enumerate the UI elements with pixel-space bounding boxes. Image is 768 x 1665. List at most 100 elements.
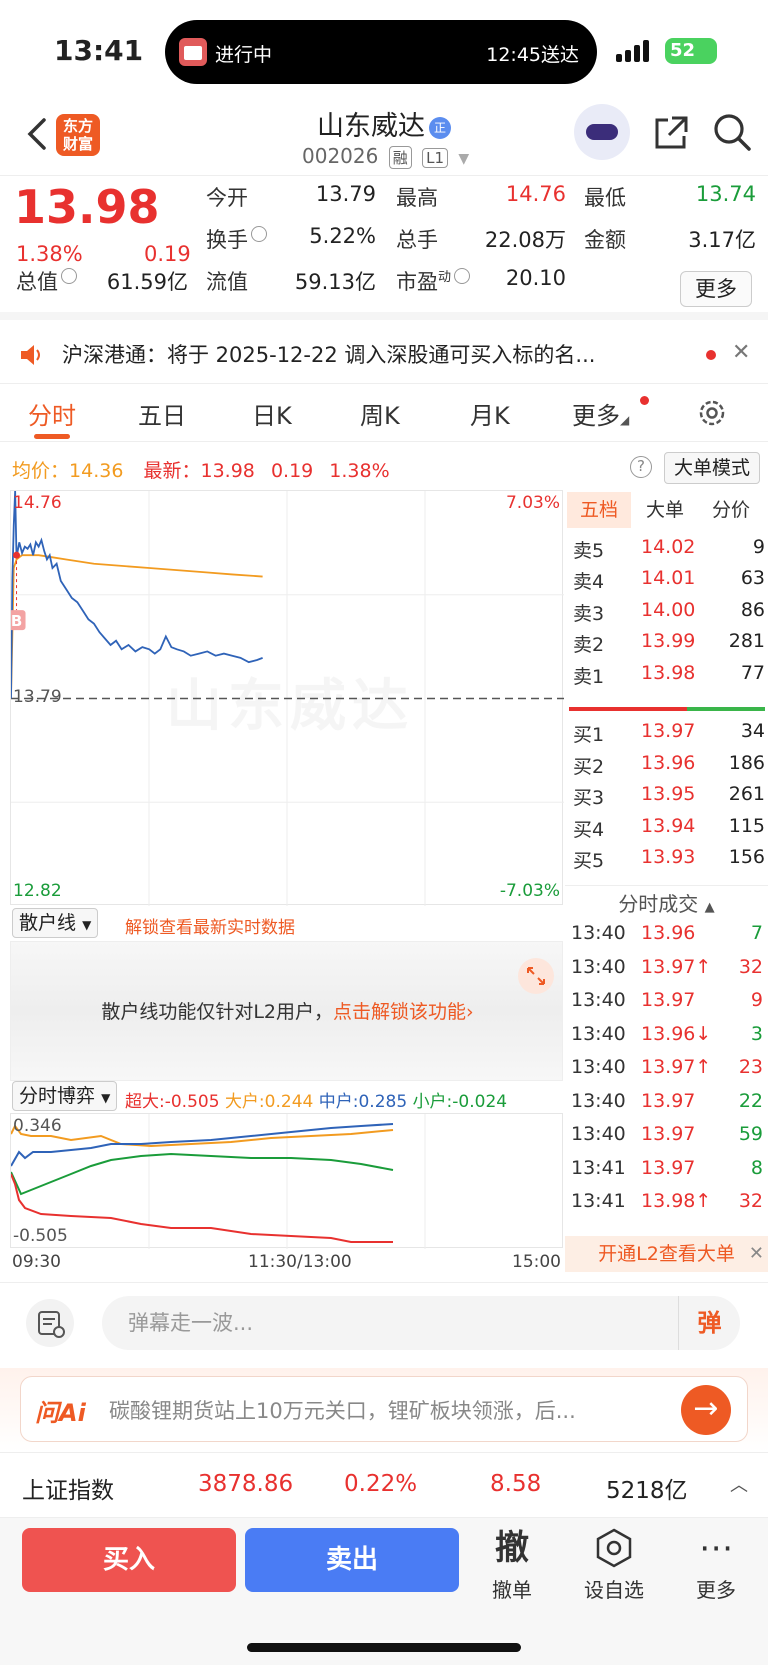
more-quote-button[interactable]: 更多	[680, 271, 752, 307]
speaker-icon	[21, 345, 40, 365]
dynamic-island[interactable]: 进行中 12:45送达	[165, 20, 597, 84]
market-cap-label[interactable]: 总值	[16, 266, 77, 296]
fund-flow-chart[interactable]: 0.346 -0.505	[10, 1113, 563, 1249]
close-icon[interactable]: ✕	[732, 340, 750, 365]
high-label: 最高	[396, 186, 438, 210]
tab-big-orders[interactable]: 大单	[633, 492, 697, 528]
tab-price-distribution[interactable]: 分价	[699, 492, 763, 528]
fund-flow-y-bottom: -0.505	[13, 1226, 68, 1246]
expand-icon[interactable]	[518, 958, 554, 994]
turnover-label[interactable]: 换手	[206, 224, 267, 254]
tab-intraday[interactable]: 分时	[28, 396, 76, 431]
active-tab-indicator	[34, 434, 70, 439]
retail-line-dropdown[interactable]: 散户线 ▼	[12, 908, 99, 938]
ai-suggestion-bar[interactable]: 问Ai 碳酸锂期货站上10万元关口，锂矿板块领涨，后... →	[20, 1376, 748, 1442]
caret-down-icon: ▼	[101, 1091, 111, 1105]
tick-trades-title[interactable]: 分时成交 ▲	[565, 888, 768, 917]
sell-button[interactable]: 卖出	[245, 1528, 459, 1592]
announcement-text[interactable]: 沪深港通：将于 2025-12-22 调入深股通可买入标的名...	[62, 339, 662, 369]
margin-tag: 融	[388, 146, 412, 169]
retail-flow-line	[10, 1124, 394, 1148]
help-icon[interactable]: ?	[630, 456, 652, 478]
fund-flow-header: 分时博弈 ▼ 超大:-0.505 大户:0.244 中户:0.285 小户:-0…	[10, 1081, 563, 1112]
index-ticker[interactable]: 上证指数 3878.86 0.22% 8.58 5218亿 ︿	[0, 1452, 768, 1518]
low-value: 13.74	[695, 182, 756, 206]
barrage-send-button[interactable]: 弹	[678, 1296, 740, 1350]
bid-row: 买2 13.96 186	[573, 752, 765, 778]
chevron-down-icon: ▼	[458, 151, 470, 167]
caret-down-icon: ▼	[82, 918, 92, 932]
tab-monthly-k[interactable]: 月K	[470, 396, 510, 431]
low-label: 最低	[584, 186, 626, 210]
chart-tabs: 分时 五日 日K 周K 月K 更多◢	[0, 384, 768, 442]
tick-row: 13:41 13.97 8	[571, 1156, 763, 1179]
retail-line-message: 散户线功能仅针对L2用户，点击解锁该功能›	[101, 1001, 474, 1023]
info-icon	[61, 268, 77, 284]
cancel-order-button[interactable]: 撤 撤单	[472, 1526, 552, 1603]
ask-row: 卖1 13.98 77	[573, 662, 765, 688]
y-axis-mid-label: 13.79	[13, 687, 62, 707]
bid-row: 买3 13.95 261	[573, 783, 765, 809]
watchlist-icon	[574, 1526, 654, 1570]
market-cap-value: 61.59亿	[106, 270, 188, 294]
close-icon[interactable]: ✕	[749, 1236, 764, 1272]
notes-icon[interactable]	[26, 1299, 74, 1347]
buy-button[interactable]: 买入	[22, 1528, 236, 1592]
retail-line-header: 散户线 ▼ 解锁查看最新实时数据	[10, 905, 563, 941]
share-icon[interactable]	[652, 114, 690, 152]
unlock-feature-link[interactable]: 点击解锁该功能›	[333, 1001, 474, 1023]
time-mid: 11:30/13:00	[248, 1252, 352, 1272]
tab-five-day[interactable]: 五日	[138, 396, 186, 431]
add-watchlist-button[interactable]: 设自选	[574, 1526, 654, 1603]
big-order-mode-button[interactable]: 大单模式	[664, 452, 760, 484]
pe-value: 20.10	[505, 266, 566, 290]
fund-flow-dropdown[interactable]: 分时博弈 ▼	[12, 1081, 118, 1111]
info-icon	[251, 226, 267, 242]
stock-header: 东方 财富 山东威达正 002026 融 L1 ▼	[0, 100, 768, 176]
tab-weekly-k[interactable]: 周K	[360, 396, 400, 431]
certified-badge: 正	[429, 116, 451, 139]
open-l2-banner[interactable]: 开通L2查看大单 ✕	[565, 1236, 768, 1272]
y-axis-right-top-label: 7.03%	[505, 493, 560, 513]
float-cap-value: 59.13亿	[294, 270, 376, 294]
announcement-bar[interactable]: 沪深港通：将于 2025-12-22 调入深股通可买入标的名... ✕	[0, 328, 768, 384]
intraday-chart[interactable]: 山东威达 B 14.76 13.79 12.82 7.03% -7.03%	[10, 490, 564, 906]
activity-status: 进行中	[215, 44, 273, 66]
tab-more[interactable]: 更多◢	[572, 396, 629, 431]
robot-assistant-icon[interactable]	[574, 104, 630, 160]
cancel-order-icon: 撤	[495, 1528, 529, 1568]
tab-five-levels[interactable]: 五档	[567, 492, 631, 528]
gear-icon[interactable]	[697, 398, 727, 428]
unlock-hint-link[interactable]: 解锁查看最新实时数据	[125, 913, 295, 938]
open-value: 13.79	[315, 182, 376, 206]
chevron-up-icon[interactable]: ︿	[730, 1471, 748, 1497]
pe-label[interactable]: 市盈动	[396, 266, 471, 296]
latest-change-pct: 1.38%	[329, 460, 390, 482]
y-axis-right-bottom-label: -7.03%	[499, 881, 560, 901]
barrage-input[interactable]: 弹幕走一波... 弹	[102, 1296, 740, 1350]
ai-logo: 问Ai	[35, 1399, 86, 1427]
home-indicator	[247, 1643, 521, 1652]
float-cap-label: 流值	[206, 270, 248, 294]
ai-suggestion-text[interactable]: 碳酸锂期货站上10万元关口，锂矿板块领涨，后...	[109, 1395, 659, 1425]
new-dot	[640, 396, 649, 405]
activity-eta: 12:45送达	[486, 44, 579, 66]
arrow-right-icon[interactable]: →	[681, 1385, 731, 1435]
tick-row: 13:40 13.97↑ 32	[571, 955, 763, 978]
bottom-action-bar: 买入 卖出 撤 撤单 设自选 ⋯ 更多	[0, 1518, 768, 1665]
order-book-tabs: 五档 大单 分价	[567, 492, 765, 528]
battery-icon: 52	[665, 38, 717, 64]
bid-row: 买5 13.93 156	[573, 846, 765, 872]
high-value: 14.76	[505, 182, 566, 206]
fund-flow-legend: 超大:-0.505 大户:0.244 中户:0.285 小户:-0.024	[125, 1092, 508, 1112]
bid-row: 买1 13.97 34	[573, 720, 765, 746]
tick-row: 13:40 13.96↓ 3	[571, 1022, 763, 1045]
time-axis: 09:30 11:30/13:00 15:00	[10, 1252, 563, 1276]
stock-code[interactable]: 002026 融 L1 ▼	[302, 144, 469, 169]
last-price: 13.98	[14, 180, 160, 234]
tick-trades[interactable]: 分时成交 ▲ 13:40 13.96 7 13:40 13.97↑ 32 13:40 13.9…	[565, 885, 768, 1272]
more-actions-button[interactable]: ⋯ 更多	[676, 1526, 756, 1603]
search-icon[interactable]	[712, 112, 752, 152]
tab-daily-k[interactable]: 日K	[252, 396, 292, 431]
ask-row: 卖3 14.00 86	[573, 599, 765, 625]
